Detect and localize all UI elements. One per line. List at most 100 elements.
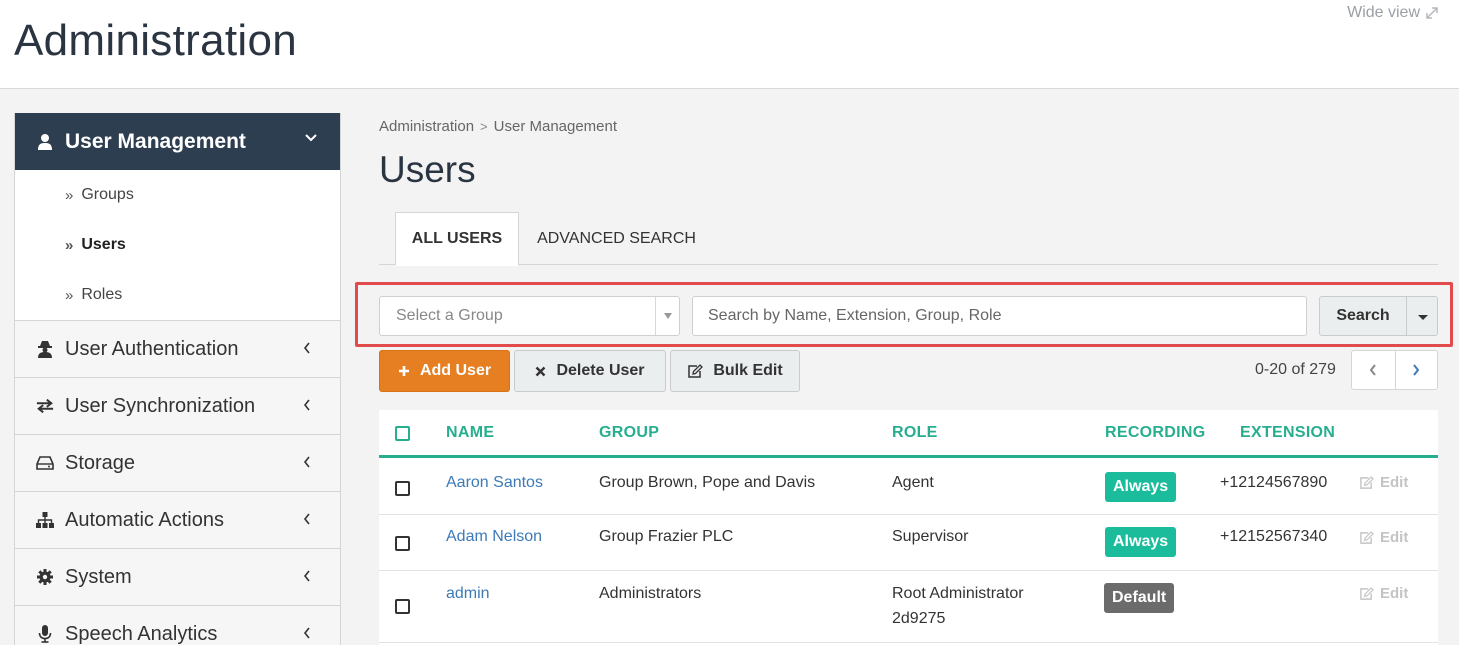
row-checkbox[interactable]	[395, 536, 410, 551]
top-bar: Administration Wide view	[0, 0, 1459, 89]
breadcrumb-item-user-management[interactable]: User Management	[494, 118, 617, 135]
sidebar-item-label: Users	[81, 236, 126, 253]
column-header-name[interactable]: NAME	[446, 424, 494, 442]
sidebar-section-user-management[interactable]: User Management	[15, 113, 340, 170]
main-content: Administration > User Management Users A…	[355, 89, 1453, 645]
user-role-detail: 2d9275	[892, 610, 946, 627]
breadcrumb-item-administration[interactable]: Administration	[379, 118, 474, 135]
column-header-group[interactable]: GROUP	[599, 424, 659, 442]
previous-page-button[interactable]	[1352, 351, 1395, 389]
edit-label: Edit	[1380, 474, 1409, 491]
user-extension: +12152567340	[1220, 528, 1328, 545]
edit-row-button[interactable]: Edit	[1359, 529, 1408, 546]
user-extension: +12124567890	[1220, 474, 1328, 491]
chevron-left-icon	[1369, 364, 1377, 376]
sidebar-item-automatic-actions[interactable]: Automatic Actions	[15, 491, 340, 548]
user-secret-icon	[36, 340, 54, 358]
gear-icon	[36, 568, 54, 586]
edit-icon	[1360, 586, 1374, 600]
search-button[interactable]: Search	[1319, 296, 1407, 336]
user-group: Group Brown, Pope and Davis	[599, 474, 816, 491]
bulk-edit-button[interactable]: Bulk Edit	[670, 350, 800, 392]
sitemap-icon	[36, 511, 54, 529]
user-role: Agent	[892, 474, 934, 491]
sidebar: User Management » Groups » Users » Roles…	[14, 113, 341, 645]
sidebar-item-system[interactable]: System	[15, 548, 340, 605]
sidebar-item-speech-analytics[interactable]: Speech Analytics	[15, 605, 340, 645]
tab-bar: ALL USERS ADVANCED SEARCH	[379, 212, 1438, 266]
sidebar-item-label: User Authentication	[65, 337, 239, 360]
sidebar-item-label: Storage	[65, 451, 136, 474]
double-chevron-icon: »	[65, 286, 74, 304]
chevron-left-icon	[303, 627, 310, 639]
add-user-button[interactable]: Add User	[379, 350, 510, 392]
recording-badge: Always	[1105, 527, 1177, 557]
hdd-icon	[36, 454, 54, 472]
breadcrumb-separator-icon: >	[480, 119, 488, 134]
exchange-icon	[36, 397, 54, 415]
user-icon	[38, 133, 52, 150]
user-name-link[interactable]: Aaron Santos	[446, 470, 543, 495]
edit-label: Edit	[1380, 585, 1409, 602]
tab-advanced-search[interactable]: ADVANCED SEARCH	[534, 212, 699, 265]
user-name-link[interactable]: Adam Nelson	[446, 524, 542, 549]
row-checkbox[interactable]	[395, 599, 410, 614]
row-checkbox[interactable]	[395, 481, 410, 496]
microphone-icon	[36, 625, 54, 643]
sidebar-item-storage[interactable]: Storage	[15, 434, 340, 491]
select-divider	[655, 297, 656, 335]
edit-icon	[688, 363, 704, 378]
column-header-recording[interactable]: RECORDING	[1105, 424, 1205, 442]
wide-view-toggle[interactable]: Wide view	[1347, 4, 1439, 22]
sidebar-item-users[interactable]: » Users	[15, 220, 340, 270]
sidebar-item-label: Roles	[81, 286, 123, 303]
recording-badge: Always	[1105, 472, 1177, 502]
sidebar-item-user-synchronization[interactable]: User Synchronization	[15, 377, 340, 434]
tab-all-users[interactable]: ALL USERS	[395, 212, 519, 266]
sidebar-sub-list: » Groups » Users » Roles	[15, 170, 340, 320]
chevron-right-icon	[1413, 364, 1420, 376]
group-select[interactable]: Select a Group	[379, 296, 680, 336]
search-input[interactable]	[692, 296, 1307, 336]
sidebar-item-label: Speech Analytics	[65, 622, 218, 645]
next-page-button[interactable]	[1394, 351, 1438, 389]
wide-view-label: Wide view	[1347, 4, 1420, 21]
chevron-left-icon	[303, 399, 310, 411]
user-role: Supervisor	[892, 528, 969, 545]
caret-down-icon	[664, 313, 672, 319]
group-select-placeholder: Select a Group	[396, 307, 503, 324]
chevron-left-icon	[303, 513, 310, 525]
table-row: admin Administrators Root Administrator …	[379, 571, 1438, 643]
select-all-checkbox[interactable]	[395, 426, 410, 441]
page-title: Users	[379, 149, 476, 190]
column-header-extension[interactable]: EXTENSION	[1240, 424, 1335, 442]
pagination	[1351, 350, 1438, 390]
double-chevron-icon: »	[65, 236, 74, 254]
edit-icon	[1360, 475, 1374, 489]
add-user-label: Add User	[419, 362, 492, 379]
sidebar-item-groups[interactable]: » Groups	[15, 170, 340, 220]
column-header-role[interactable]: ROLE	[892, 424, 938, 442]
sidebar-item-roles[interactable]: » Roles	[15, 270, 340, 320]
edit-row-button[interactable]: Edit	[1359, 474, 1408, 491]
user-group: Group Frazier PLC	[599, 528, 734, 545]
sidebar-item-user-authentication[interactable]: User Authentication	[15, 320, 340, 377]
search-options-dropdown[interactable]	[1406, 296, 1438, 336]
sidebar-section-label: User Management	[65, 129, 246, 153]
chevron-left-icon	[303, 570, 310, 582]
table-row: Adam Nelson Group Frazier PLC Supervisor…	[379, 515, 1438, 571]
sidebar-item-label: System	[65, 565, 132, 588]
recording-badge: Default	[1104, 583, 1175, 613]
close-icon	[536, 366, 546, 376]
user-name-link[interactable]: admin	[446, 581, 490, 606]
user-group: Administrators	[599, 585, 702, 602]
sidebar-item-label: User Synchronization	[65, 394, 256, 417]
expand-icon	[1426, 7, 1438, 19]
delete-user-button[interactable]: Delete User	[514, 350, 666, 392]
edit-icon	[1360, 530, 1374, 544]
bulk-edit-label: Bulk Edit	[713, 362, 783, 379]
double-chevron-icon: »	[65, 186, 74, 204]
table-row: Aaron Santos Group Brown, Pope and Davis…	[379, 461, 1438, 515]
user-role: Root Administrator	[892, 585, 1024, 602]
edit-row-button[interactable]: Edit	[1359, 585, 1408, 602]
